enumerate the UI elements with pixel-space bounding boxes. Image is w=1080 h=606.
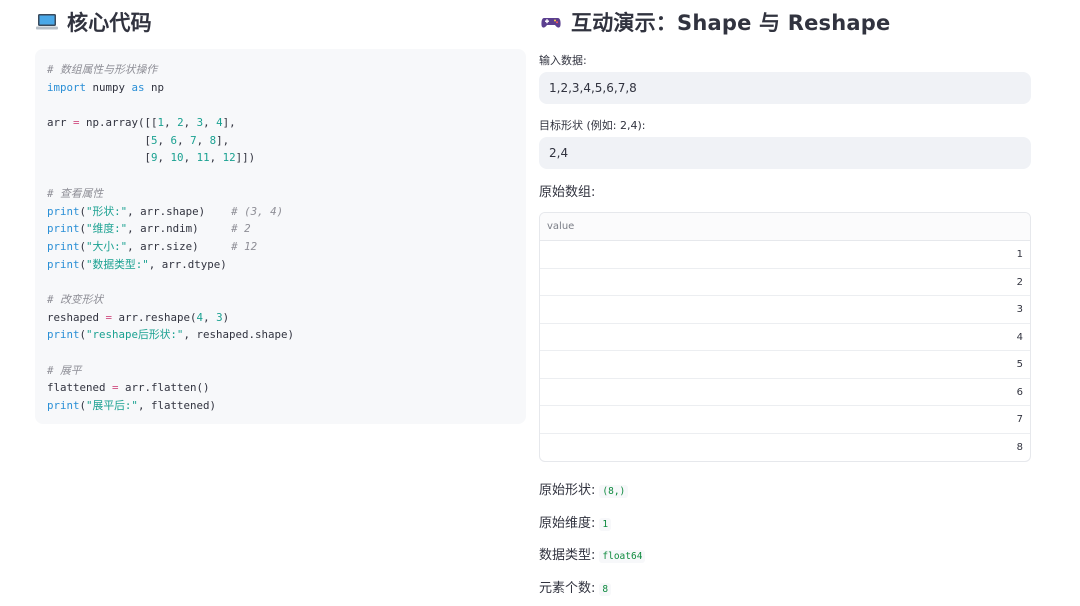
- code-block: # 数组属性与形状操作 import numpy as np arr = np.a…: [35, 49, 526, 424]
- code-line: print("展平后:", flattened): [47, 399, 216, 413]
- table-row[interactable]: 7: [540, 406, 1030, 434]
- code-title: 核心代码: [67, 11, 152, 35]
- target-shape-label: 目标形状 (例如: 2,4):: [539, 119, 646, 132]
- code-line: # 展平: [47, 363, 82, 377]
- code-line: print("维度:", arr.ndim) # 2: [47, 222, 251, 236]
- gamepad-icon: [539, 10, 563, 34]
- table-column-header[interactable]: value: [540, 213, 1030, 241]
- code-line: print("大小:", arr.size) # 12: [47, 239, 258, 253]
- input-data-field[interactable]: 1,2,3,4,5,6,7,8: [539, 72, 1031, 104]
- stat-label: 原始形状:: [539, 483, 596, 498]
- code-line: print("reshape后形状:", reshaped.shape): [47, 328, 294, 342]
- table-row[interactable]: 3: [540, 296, 1030, 324]
- stat-item: 数据类型: float64: [539, 540, 1031, 573]
- demo-heading: 互动演示：Shape 与 Reshape: [539, 0, 1031, 44]
- demo-title: 互动演示：Shape 与 Reshape: [571, 11, 891, 35]
- stat-value: (8,): [599, 485, 629, 498]
- code-line: flattened = arr.flatten(): [47, 381, 210, 395]
- target-shape-field[interactable]: 2,4: [539, 137, 1031, 169]
- demo-column: 互动演示：Shape 与 Reshape 输入数据: 1,2,3,4,5,6,7…: [539, 0, 1031, 605]
- code-line: # 数组属性与形状操作: [47, 63, 158, 76]
- code-line: print("形状:", arr.shape) # (3, 4): [47, 204, 284, 218]
- stat-label: 元素个数:: [539, 580, 596, 596]
- stat-label: 数据类型:: [539, 548, 596, 563]
- table-row[interactable]: 6: [540, 379, 1030, 406]
- code-heading: 核心代码: [35, 0, 526, 44]
- stat-value: 8: [599, 582, 612, 596]
- stats-list: 原始形状: (8,) 原始维度: 1 数据类型: float64 元素个数: 8: [539, 475, 1031, 605]
- input-data-label: 输入数据:: [539, 54, 587, 67]
- code-column: 核心代码 # 数组属性与形状操作 import numpy as np arr =…: [35, 0, 526, 424]
- table-row[interactable]: 2: [540, 269, 1030, 296]
- stat-value: float64: [599, 550, 646, 563]
- original-array-label: 原始数组:: [539, 185, 596, 200]
- stat-label: 原始维度:: [539, 515, 596, 531]
- laptop-icon: [35, 10, 59, 34]
- stat-value: 1: [599, 517, 612, 531]
- stat-item: 元素个数: 8: [539, 573, 1031, 606]
- table-row[interactable]: 4: [540, 324, 1030, 351]
- original-array-table[interactable]: value 12345678: [539, 212, 1031, 462]
- stat-item: 原始形状: (8,): [539, 475, 1031, 508]
- code-line: arr = np.array([[1, 2, 3, 4],: [47, 116, 236, 130]
- code-line: print("数据类型:", arr.dtype): [47, 257, 227, 271]
- table-row[interactable]: 8: [540, 434, 1030, 462]
- table-row[interactable]: 5: [540, 351, 1030, 379]
- code-line: # 改变形状: [47, 292, 104, 306]
- table-row[interactable]: 1: [540, 241, 1030, 269]
- code-line: import numpy as np: [47, 80, 165, 94]
- code-line: reshaped = arr.reshape(4, 3): [47, 310, 230, 324]
- stat-item: 原始维度: 1: [539, 508, 1031, 541]
- code-line: [5, 6, 7, 8],: [47, 133, 230, 147]
- code-line: # 查看属性: [47, 186, 104, 200]
- code-line: [9, 10, 11, 12]]): [47, 151, 256, 165]
